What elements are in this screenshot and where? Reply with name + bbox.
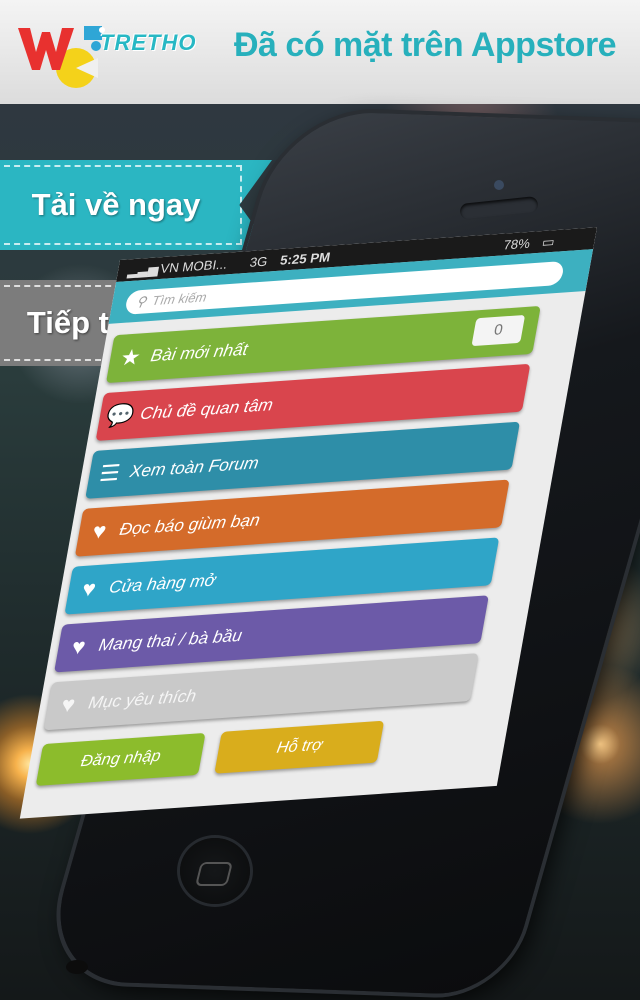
download-now-label: Tải về ngay [31,187,201,222]
logo-wordmark: TRETHO [100,30,197,55]
search-icon: ⚲ [135,293,148,310]
support-button[interactable]: Hỗ trợ [214,720,385,774]
heart-icon: ♥ [69,633,88,660]
chat-bubble-icon: 💬 [104,401,137,429]
menu-item-label: Mục yêu thích [86,686,198,713]
home-button-square-icon [195,862,233,886]
heart-icon: ♥ [90,517,109,544]
carrier-label: VN MOBI... [159,256,229,277]
menu-item-label: Đọc báo giùm bạn [118,510,262,539]
battery-icon: ▭ [540,233,557,250]
menu-item-label: Xem toàn Forum [128,453,261,482]
login-button[interactable]: Đăng nhập [35,732,206,787]
status-time: 5:25 PM [278,249,332,268]
battery-label: 78% [502,235,532,253]
menu-item-label: Cửa hàng mở [107,570,217,597]
menu-item-label: Bài mới nhất [149,339,250,366]
new-posts-count-badge: 0 [471,314,526,347]
menu-item-label: Mang thai / bà bầu [97,625,244,655]
appstore-tagline: Đã có mặt trên Appstore [234,26,617,64]
heart-icon: ♥ [80,575,98,602]
login-label: Đăng nhập [79,747,162,771]
list-icon: ☰ [97,459,123,487]
star-icon: ★ [118,344,143,371]
headphone-jack [66,960,88,974]
app-banner-header: TRETHO Đã có mặt trên Appstore [0,0,640,104]
phone-camera [494,180,504,190]
signal-icon: ▂▃▅ [126,261,160,279]
heart-icon: ♥ [59,691,78,718]
support-label: Hỗ trợ [275,736,324,757]
network-label: 3G [248,253,269,270]
search-placeholder: Tìm kiếm [150,289,208,309]
download-now-button[interactable]: Tải về ngay [0,160,272,250]
menu-item-label: Chủ đề quan tâm [138,395,275,424]
